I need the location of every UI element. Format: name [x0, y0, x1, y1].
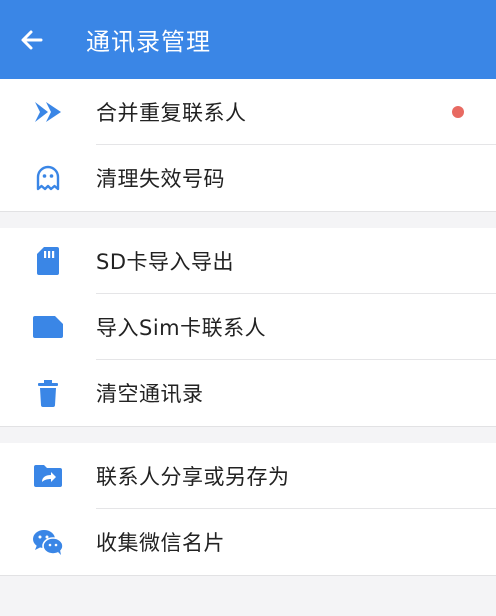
menu-item-label: 导入Sim卡联系人 [96, 316, 267, 340]
ghost-icon [36, 165, 60, 191]
merge-arrows-icon [35, 102, 61, 122]
menu-item-merge-duplicates[interactable]: 合并重复联系人 [0, 79, 496, 145]
section-gap [0, 211, 496, 228]
menu-item-label: 联系人分享或另存为 [96, 465, 290, 489]
notification-badge [452, 106, 464, 118]
menu-item-collect-wechat-cards[interactable]: 收集微信名片 [0, 509, 496, 575]
folder-share-icon [34, 465, 62, 487]
app-header: 通讯录管理 [0, 0, 496, 79]
menu-item-label: SD卡导入导出 [96, 250, 235, 274]
menu-item-sd-card-import-export[interactable]: SD卡导入导出 [0, 228, 496, 294]
menu-group-import-export: SD卡导入导出 导入Sim卡联系人 清空通讯录 [0, 228, 496, 426]
trash-icon [38, 380, 58, 407]
back-arrow-icon [21, 30, 43, 49]
sd-card-icon [37, 247, 59, 275]
menu-item-clear-contacts[interactable]: 清空通讯录 [0, 360, 496, 426]
menu-group-share: 联系人分享或另存为 收集微信名片 [0, 443, 496, 575]
menu-item-label: 合并重复联系人 [96, 101, 247, 125]
bottom-spacer [0, 575, 496, 616]
wechat-icon [33, 530, 64, 555]
menu-item-share-or-save-contacts[interactable]: 联系人分享或另存为 [0, 443, 496, 509]
menu-item-clean-invalid-numbers[interactable]: 清理失效号码 [0, 145, 496, 211]
sim-card-icon [33, 316, 63, 338]
menu-group-cleanup: 合并重复联系人 清理失效号码 [0, 79, 496, 211]
menu-item-import-sim-contacts[interactable]: 导入Sim卡联系人 [0, 294, 496, 360]
menu-item-label: 清理失效号码 [96, 167, 225, 191]
menu-item-label: 收集微信名片 [96, 531, 225, 555]
back-button[interactable] [0, 0, 64, 79]
menu-item-label: 清空通讯录 [96, 382, 204, 406]
page-title: 通讯录管理 [86, 28, 211, 56]
section-gap [0, 426, 496, 443]
